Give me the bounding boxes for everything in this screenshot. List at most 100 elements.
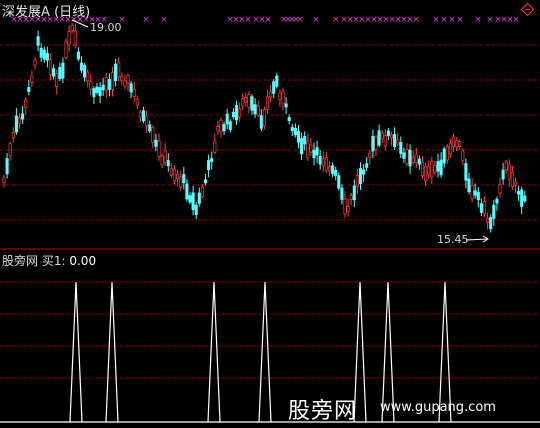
- candle-body: [86, 71, 90, 82]
- candle-body: [42, 49, 46, 60]
- candle-body: [8, 143, 12, 157]
- signal-mark: ×: [412, 15, 420, 25]
- candle-body: [517, 190, 521, 195]
- candle-body: [334, 169, 338, 176]
- candle-body: [21, 113, 25, 120]
- candle-body: [169, 168, 173, 176]
- candle-body: [24, 99, 28, 108]
- buy-signal-spike: [105, 281, 119, 423]
- chart-canvas[interactable]: ×××××××××××××××× × × × ×××× ××× ××××× × × ×××××××…: [0, 0, 540, 428]
- signal-mark: ×: [142, 15, 150, 25]
- signal-mark: ×: [332, 15, 340, 25]
- candle-body: [520, 189, 524, 207]
- candle-body: [287, 117, 291, 122]
- candle-body: [89, 81, 93, 90]
- candle-body: [464, 163, 468, 181]
- buy-signal-spike: [258, 281, 272, 423]
- candle-body: [296, 131, 301, 143]
- candle-body: [83, 65, 87, 78]
- candle-body: [129, 83, 133, 93]
- candle-body: [241, 98, 245, 106]
- candle-body: [203, 179, 208, 184]
- candle-body: [262, 109, 266, 127]
- candle-body: [495, 198, 499, 204]
- candle-body: [216, 126, 220, 131]
- candle-body: [343, 198, 347, 215]
- watermark-text: 股旁网: [288, 399, 358, 424]
- candle-body: [166, 160, 170, 167]
- candle-body: [225, 113, 229, 125]
- candle-body: [70, 25, 74, 32]
- candle-body: [33, 59, 37, 66]
- candle-body: [200, 186, 204, 197]
- candle-body: [98, 87, 102, 97]
- signal-mark: ×: [512, 15, 520, 25]
- candle-body: [107, 79, 111, 90]
- candle-body: [349, 195, 353, 200]
- candle-body: [402, 152, 406, 159]
- candle-body: [458, 141, 462, 147]
- candle-body: [479, 203, 483, 213]
- candle-body: [389, 134, 394, 139]
- candle-body: [380, 133, 384, 139]
- signal-mark: ×: [448, 15, 456, 25]
- candle-body: [424, 166, 428, 182]
- candle-body: [244, 97, 248, 103]
- candle-body: [151, 127, 155, 143]
- candle-body: [467, 178, 471, 193]
- candle-body: [14, 115, 18, 133]
- chart-title: 深发展A (日线): [2, 1, 90, 20]
- candle-body: [281, 91, 285, 105]
- candle-body: [154, 139, 158, 147]
- candle-body: [234, 105, 239, 121]
- indicator-value: 0.00: [69, 254, 97, 268]
- candle-body: [461, 150, 465, 161]
- candle-body: [408, 149, 412, 167]
- candle-body: [352, 185, 356, 201]
- low-arrow: [465, 238, 489, 241]
- collapse-icon[interactable]: [521, 3, 534, 16]
- candle-body: [67, 31, 71, 45]
- candle-body: [269, 91, 273, 98]
- candle-body: [55, 73, 59, 88]
- signal-mark: ×: [432, 15, 440, 25]
- stock-name: 深发展: [2, 5, 42, 20]
- candle-body: [513, 181, 518, 186]
- candle-body: [73, 30, 77, 47]
- candle-body: [123, 80, 127, 87]
- candle-body: [430, 160, 434, 178]
- candle-body: [290, 126, 294, 131]
- candle-body: [445, 146, 449, 161]
- signal-mark: ×: [474, 15, 482, 25]
- candle-body: [45, 53, 49, 61]
- candle-body: [327, 166, 332, 172]
- signal-mark: ×: [244, 15, 252, 25]
- candle-body: [141, 110, 146, 122]
- candle-body: [126, 75, 130, 84]
- watermark-site: www.gupang.com: [380, 400, 496, 415]
- candle-body: [197, 192, 201, 204]
- candle-body: [318, 155, 322, 165]
- candle-body: [405, 149, 409, 164]
- candle-body: [228, 121, 232, 130]
- candle-body: [272, 81, 276, 94]
- signal-mark: ×: [296, 15, 304, 25]
- chart-window[interactable]: × × × × × × × × × × × × × × × × × × × × × × × × × × × × × × × × × × × × × × × ×…: [0, 0, 540, 428]
- signal-mark: ×: [264, 15, 272, 25]
- candle-body: [5, 158, 9, 175]
- signal-mark: ×: [312, 15, 320, 25]
- candle-body: [337, 175, 341, 189]
- candle-body: [284, 103, 288, 108]
- candle-body: [482, 201, 487, 215]
- candle-body: [219, 119, 223, 132]
- candle-body: [300, 138, 304, 155]
- candle-body: [523, 195, 527, 202]
- candle-body: [52, 68, 56, 77]
- candle-body: [371, 135, 375, 152]
- signal-mark: ×: [486, 15, 494, 25]
- candle-body: [191, 192, 195, 210]
- candle-body: [163, 150, 167, 163]
- candle-body: [172, 168, 177, 181]
- candle-body: [448, 143, 452, 155]
- candle-body: [510, 172, 514, 188]
